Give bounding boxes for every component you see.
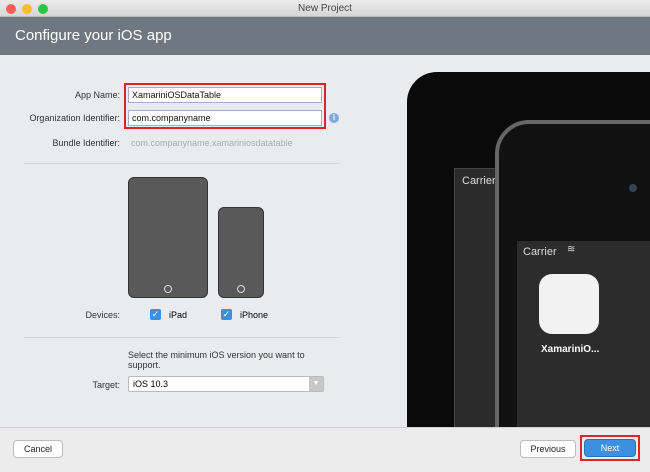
page-title: Configure your iOS app	[0, 17, 650, 55]
wifi-icon: ≋	[567, 244, 575, 255]
app-name-input[interactable]: XamariniOSDataTable	[128, 87, 322, 103]
device-preview: Carrier Carrier ≋ XamariniO...	[407, 72, 650, 427]
bundle-identifier-label: Bundle Identifier:	[0, 138, 120, 148]
target-select[interactable]: iOS 10.3 ▼	[128, 376, 324, 392]
bundle-identifier-value: com.companyname.xamariniosdatatable	[131, 138, 293, 148]
carrier-text: Carrier	[523, 246, 557, 258]
app-name-label: App Name:	[0, 90, 120, 100]
ipad-image	[128, 177, 208, 298]
devices-label: Devices:	[0, 310, 120, 320]
zoom-button[interactable]	[38, 4, 48, 14]
ipad-label: iPad	[169, 310, 187, 320]
org-identifier-label: Organization Identifier:	[0, 113, 120, 123]
divider	[24, 337, 340, 338]
close-button[interactable]	[6, 4, 16, 14]
previous-button[interactable]: Previous	[520, 440, 576, 458]
chevron-down-icon: ▼	[309, 377, 323, 391]
min-version-text: Select the minimum iOS version you want …	[128, 350, 328, 370]
divider	[24, 163, 340, 164]
cancel-button[interactable]: Cancel	[13, 440, 63, 458]
camera-icon	[629, 184, 637, 192]
target-label: Target:	[0, 380, 120, 390]
iphone-checkbox[interactable]: ✓	[221, 309, 232, 320]
next-button[interactable]: Next	[584, 439, 636, 457]
ipad-checkbox[interactable]: ✓	[150, 309, 161, 320]
iphone-screen: Carrier ≋ XamariniO...	[517, 241, 650, 427]
target-value: iOS 10.3	[133, 379, 168, 389]
minimize-button[interactable]	[22, 4, 32, 14]
iphone-frame: Carrier ≋ XamariniO...	[495, 120, 650, 427]
app-icon	[539, 274, 599, 334]
carrier-text: Carrier	[462, 175, 496, 187]
window-title: New Project	[298, 3, 352, 14]
iphone-label: iPhone	[240, 310, 268, 320]
info-icon[interactable]: i	[329, 113, 339, 123]
app-icon-label: XamariniO...	[541, 344, 599, 355]
title-bar: New Project	[0, 0, 650, 17]
org-identifier-input[interactable]: com.companyname	[128, 110, 322, 126]
iphone-image	[218, 207, 264, 298]
